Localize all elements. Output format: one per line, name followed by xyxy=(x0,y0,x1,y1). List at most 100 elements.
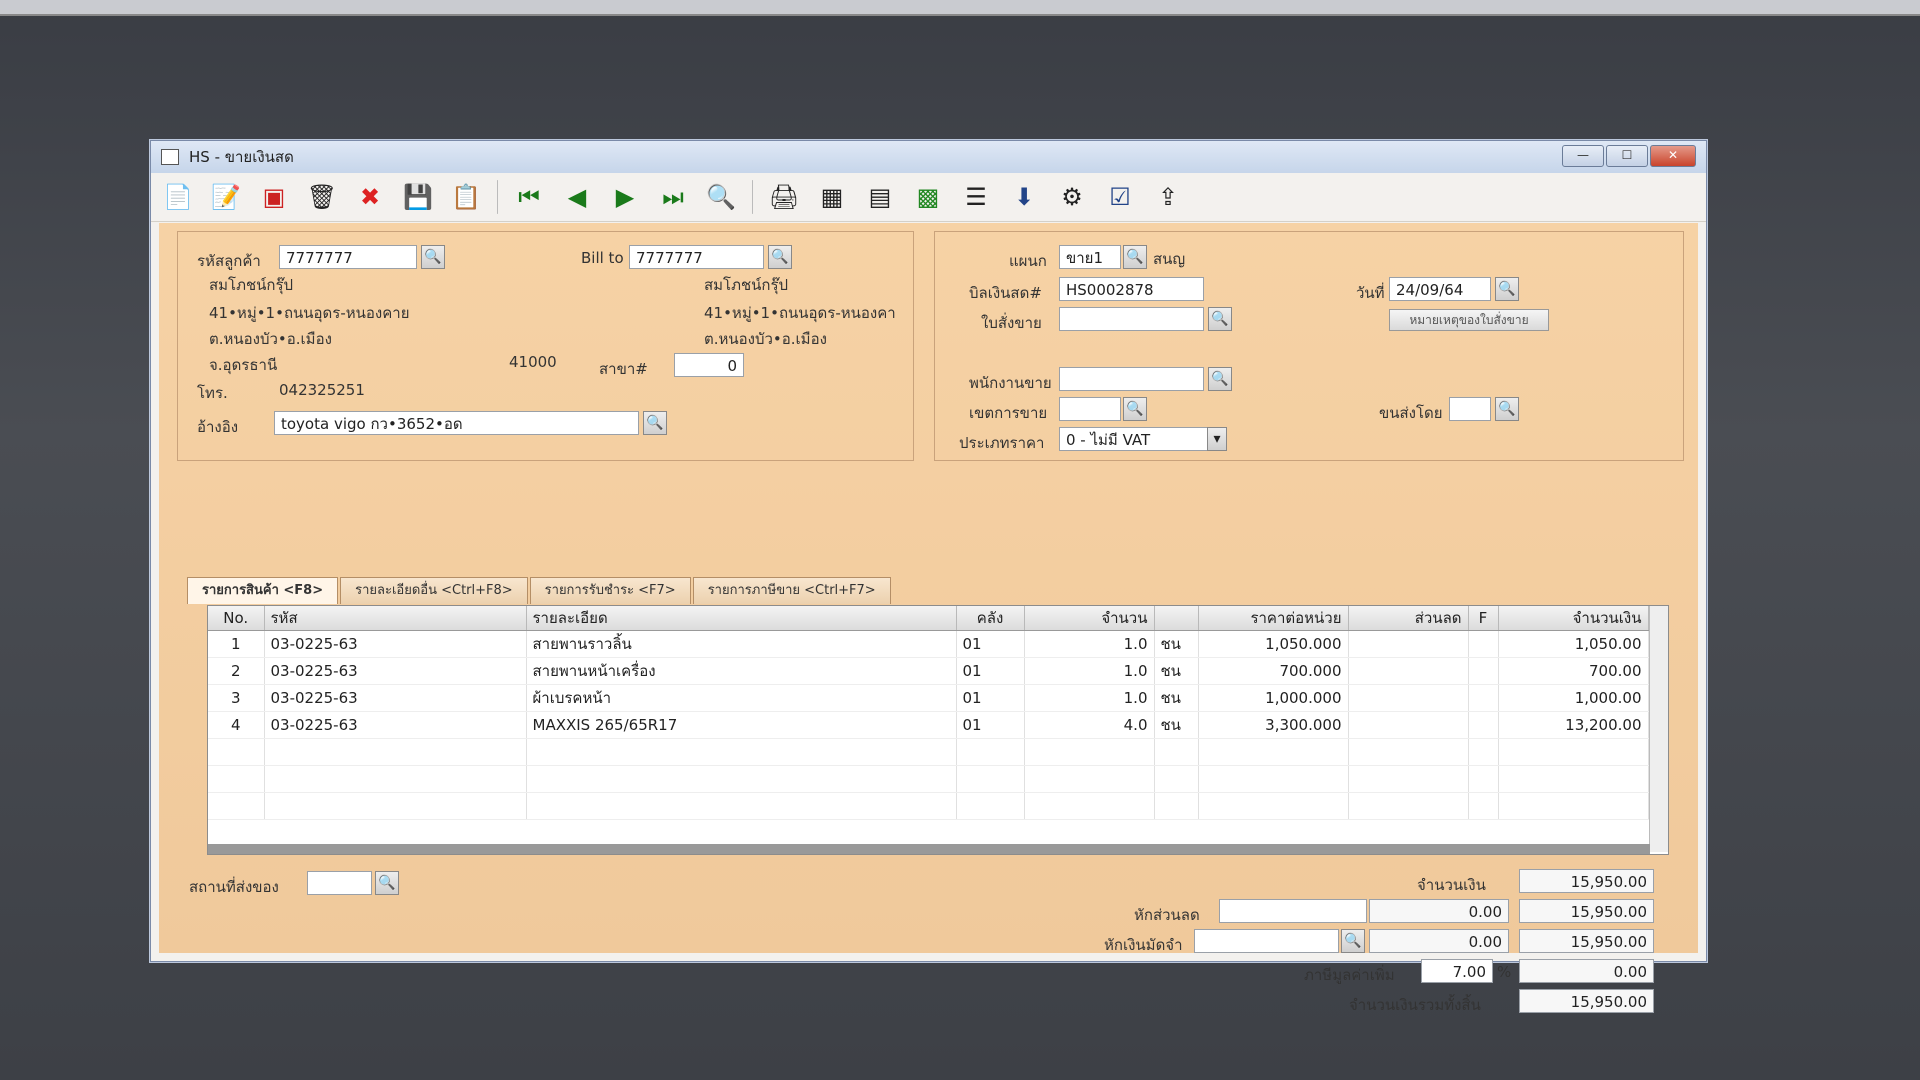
date-field[interactable]: 24/09/64 xyxy=(1389,277,1491,301)
customer-search-icon[interactable]: 🔍 xyxy=(421,245,445,269)
row-flag xyxy=(1468,711,1499,739)
save-icon[interactable]: 💾 xyxy=(401,180,435,214)
background-taskbar-strip xyxy=(0,0,1920,16)
shipping-label: ขนส่งโดย xyxy=(1379,404,1443,422)
deposit-search-icon[interactable]: 🔍 xyxy=(1341,929,1365,953)
list-icon[interactable]: ☰ xyxy=(959,180,993,214)
last-icon[interactable]: ⏭ xyxy=(656,180,690,214)
title-bar: HS - ขายเงินสด — ☐ ✕ xyxy=(151,141,1706,173)
total-icon[interactable]: ▩ xyxy=(911,180,945,214)
row-flag xyxy=(1468,684,1499,712)
grid-vertical-scrollbar[interactable] xyxy=(1649,606,1668,852)
form-icon[interactable]: ▤ xyxy=(863,180,897,214)
table-row[interactable]: 1 03-0225-63 สายพานราวลิ้น 01 1.0 ชน 1,0… xyxy=(208,630,1649,658)
customer-address-3: จ.อุดรธานี xyxy=(209,356,278,374)
col-no[interactable]: No. xyxy=(208,606,265,631)
sales-order-note-button[interactable]: หมายเหตุของใบสั่งขาย xyxy=(1389,309,1549,331)
bill-to-address-2: ต.หนองบัว•อ.เมือง xyxy=(704,330,827,348)
row-unit-price: 3,300.000 xyxy=(1198,711,1349,739)
row-description: ผ้าเบรคหน้า xyxy=(526,684,957,712)
edit-icon[interactable]: 📝 xyxy=(209,180,243,214)
col-code[interactable]: รหัส xyxy=(264,606,527,631)
department-field[interactable]: ขาย1 xyxy=(1059,245,1121,269)
void-icon[interactable]: ▣ xyxy=(257,180,291,214)
find-icon[interactable]: 🔍 xyxy=(704,180,738,214)
customer-zip: 41000 xyxy=(509,353,557,371)
cancel-icon[interactable]: ✖ xyxy=(353,180,387,214)
sales-order-search-icon[interactable]: 🔍 xyxy=(1208,307,1232,331)
sales-window: HS - ขายเงินสด — ☐ ✕ 📄 📝 ▣ 🗑 ✖ 💾 📋 ⏮ ◀ ▶… xyxy=(150,140,1707,1014)
sales-area-search-icon[interactable]: 🔍 xyxy=(1123,397,1147,421)
delivery-location-field[interactable] xyxy=(307,871,372,895)
row-no: 1 xyxy=(208,630,265,658)
minimize-button[interactable]: — xyxy=(1562,145,1604,167)
toolbar: 📄 📝 ▣ 🗑 ✖ 💾 📋 ⏮ ◀ ▶ ⏭ 🔍 🖨 ▦ ▤ ▩ ☰ ⬇ ⚙ ☑ … xyxy=(151,173,1706,222)
toolbar-separator xyxy=(752,180,753,214)
next-icon[interactable]: ▶ xyxy=(608,180,642,214)
row-warehouse: 01 xyxy=(956,684,1025,712)
department-search-icon[interactable]: 🔍 xyxy=(1123,245,1147,269)
copy-icon[interactable]: 📋 xyxy=(449,180,483,214)
tab-other-details[interactable]: รายละเอียดอื่น <Ctrl+F8> xyxy=(340,577,528,604)
deposit-field[interactable] xyxy=(1194,929,1339,953)
export-icon[interactable]: ⇪ xyxy=(1151,180,1185,214)
print-icon[interactable]: 🖨 xyxy=(767,180,801,214)
shipping-field[interactable] xyxy=(1449,397,1491,421)
price-type-select[interactable]: 0 - ไม่มี VAT xyxy=(1059,427,1227,451)
sales-area-field[interactable] xyxy=(1059,397,1121,421)
table-row[interactable]: 3 03-0225-63 ผ้าเบรคหน้า 01 1.0 ชน 1,000… xyxy=(208,684,1649,712)
reference-field[interactable]: toyota vigo กว•3652•อด xyxy=(274,411,639,435)
ok-icon[interactable]: ☑ xyxy=(1103,180,1137,214)
salesman-field[interactable] xyxy=(1059,367,1204,391)
reference-search-icon[interactable]: 🔍 xyxy=(643,411,667,435)
bill-number-field[interactable]: HS0002878 xyxy=(1059,277,1204,301)
branch-field[interactable]: 0 xyxy=(674,353,744,377)
table-row[interactable]: 2 03-0225-63 สายพานหน้าเครื่อง 01 1.0 ชน… xyxy=(208,657,1649,685)
row-quantity: 1.0 xyxy=(1024,684,1155,712)
bill-to-code-field[interactable]: 7777777 xyxy=(629,245,764,269)
items-grid[interactable]: No. รหัส รายละเอียด คลัง จำนวน ราคาต่อหน… xyxy=(207,605,1669,855)
salesman-search-icon[interactable]: 🔍 xyxy=(1208,367,1232,391)
sales-order-field[interactable] xyxy=(1059,307,1204,331)
tab-payments[interactable]: รายการรับชำระ <F7> xyxy=(529,577,691,604)
bill-to-search-icon[interactable]: 🔍 xyxy=(768,245,792,269)
row-code: 03-0225-63 xyxy=(264,711,527,739)
empty-row[interactable] xyxy=(208,792,1649,820)
col-unit[interactable] xyxy=(1154,606,1199,631)
discount-text-field[interactable] xyxy=(1219,899,1367,923)
col-quantity[interactable]: จำนวน xyxy=(1024,606,1155,631)
empty-row[interactable] xyxy=(208,738,1649,766)
shipping-search-icon[interactable]: 🔍 xyxy=(1495,397,1519,421)
prev-icon[interactable]: ◀ xyxy=(560,180,594,214)
approve-icon[interactable]: ⬇ xyxy=(1007,180,1041,214)
delete-icon[interactable]: 🗑 xyxy=(305,180,339,214)
new-icon[interactable]: 📄 xyxy=(161,180,195,214)
col-flag[interactable]: F xyxy=(1468,606,1499,631)
tab-items[interactable]: รายการสินค้า <F8> xyxy=(187,577,339,604)
grid-horizontal-scrollbar[interactable] xyxy=(208,844,1650,854)
delivery-location-search-icon[interactable]: 🔍 xyxy=(375,871,399,895)
close-button[interactable]: ✕ xyxy=(1650,145,1696,167)
row-unit: ชน xyxy=(1154,684,1199,712)
maximize-button[interactable]: ☐ xyxy=(1606,145,1648,167)
empty-row[interactable] xyxy=(208,765,1649,793)
calc-icon[interactable]: ▦ xyxy=(815,180,849,214)
col-discount[interactable]: ส่วนลด xyxy=(1348,606,1469,631)
delivery-location-label: สถานที่ส่งของ xyxy=(189,878,279,896)
tab-sales-tax[interactable]: รายการภาษีขาย <Ctrl+F7> xyxy=(692,577,891,604)
col-description[interactable]: รายละเอียด xyxy=(526,606,957,631)
first-icon[interactable]: ⏮ xyxy=(512,180,546,214)
tool-icon[interactable]: ⚙ xyxy=(1055,180,1089,214)
row-amount: 13,200.00 xyxy=(1498,711,1649,739)
department-label: แผนก xyxy=(1009,252,1047,270)
date-picker-icon[interactable]: 🔍 xyxy=(1495,277,1519,301)
col-unit-price[interactable]: ราคาต่อหน่วย xyxy=(1198,606,1349,631)
customer-code-field[interactable]: 7777777 xyxy=(279,245,417,269)
vat-rate-field[interactable]: 7.00 xyxy=(1421,959,1493,983)
table-row[interactable]: 4 03-0225-63 MAXXIS 265/65R17 01 4.0 ชน … xyxy=(208,711,1649,739)
salesman-label: พนักงานขาย xyxy=(969,374,1052,392)
row-discount xyxy=(1348,630,1469,658)
chevron-down-icon[interactable]: ▾ xyxy=(1207,427,1227,451)
col-warehouse[interactable]: คลัง xyxy=(956,606,1025,631)
col-amount[interactable]: จำนวนเงิน xyxy=(1498,606,1649,631)
